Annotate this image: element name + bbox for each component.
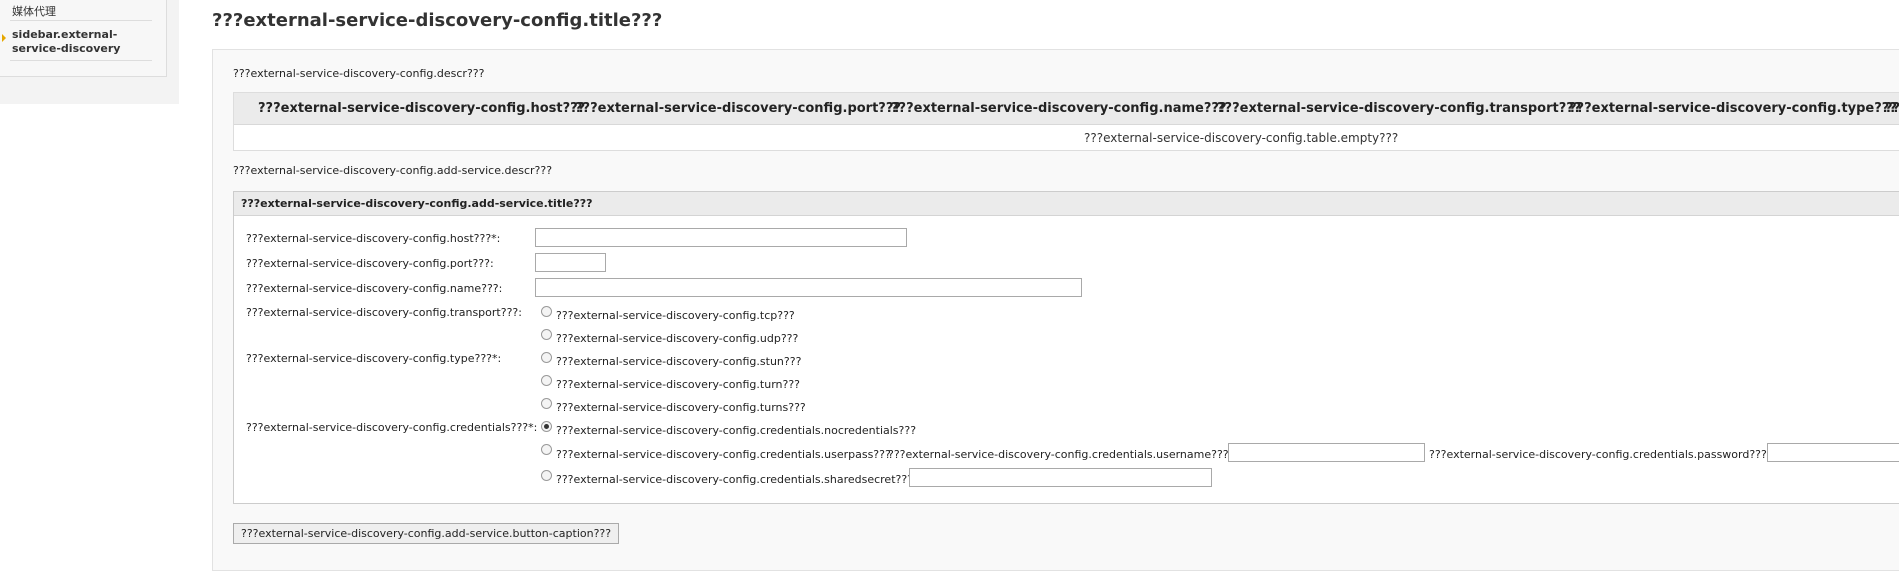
- column-header-more[interactable]: ???: [1885, 101, 1899, 116]
- column-header-transport[interactable]: ???external-service-discovery-config.tra…: [1217, 101, 1581, 116]
- host-input[interactable]: [535, 228, 907, 247]
- credentials-none-radio[interactable]: [541, 421, 552, 432]
- sidebar-divider: [10, 60, 152, 61]
- column-header-type[interactable]: ???external-service-discovery-config.typ…: [1569, 101, 1897, 116]
- name-label: ???external-service-discovery-config.nam…: [246, 282, 503, 295]
- add-service-title: ???external-service-discovery-config.add…: [241, 197, 593, 210]
- column-header-name[interactable]: ???external-service-discovery-config.nam…: [891, 101, 1226, 116]
- sidebar-item-media-proxy[interactable]: 媒体代理: [12, 3, 56, 19]
- services-table: ???external-service-discovery-config.hos…: [233, 92, 1899, 151]
- column-header-port[interactable]: ???external-service-discovery-config.por…: [575, 101, 901, 116]
- credentials-userpass-radio[interactable]: [541, 444, 552, 455]
- credentials-sharedsecret-label: ???external-service-discovery-config.cre…: [556, 473, 914, 486]
- transport-udp-label: ???external-service-discovery-config.udp…: [556, 332, 799, 345]
- transport-udp-radio[interactable]: [541, 329, 552, 340]
- sidebar-menu: 媒体代理 sidebar.external-service-discovery: [0, 0, 167, 77]
- name-input[interactable]: [535, 278, 1082, 297]
- active-marker-icon: [2, 34, 6, 42]
- type-label: ???external-service-discovery-config.typ…: [246, 352, 502, 365]
- page-title: ???external-service-discovery-config.tit…: [212, 10, 663, 31]
- add-service-legend: ???external-service-discovery-config.add…: [234, 192, 1899, 216]
- type-turns-radio[interactable]: [541, 398, 552, 409]
- username-label: ???external-service-discovery-config.cre…: [888, 448, 1233, 461]
- table-empty-message: ???external-service-discovery-config.tab…: [1084, 131, 1399, 145]
- password-input[interactable]: [1767, 443, 1899, 462]
- type-turn-label: ???external-service-discovery-config.tur…: [556, 378, 801, 391]
- sidebar: 媒体代理 sidebar.external-service-discovery: [0, 0, 179, 104]
- host-label: ???external-service-discovery-config.hos…: [246, 232, 501, 245]
- sharedsecret-input[interactable]: [909, 468, 1212, 487]
- column-header-host[interactable]: ???external-service-discovery-config.hos…: [258, 101, 585, 116]
- credentials-userpass-label: ???external-service-discovery-config.cre…: [556, 448, 891, 461]
- username-input[interactable]: [1228, 443, 1425, 462]
- credentials-none-label: ???external-service-discovery-config.cre…: [556, 424, 917, 437]
- type-turns-label: ???external-service-discovery-config.tur…: [556, 401, 806, 414]
- table-header: ???external-service-discovery-config.hos…: [234, 93, 1899, 125]
- credentials-label: ???external-service-discovery-config.cre…: [246, 421, 538, 434]
- type-stun-label: ???external-service-discovery-config.stu…: [556, 355, 802, 368]
- add-service-button[interactable]: ???external-service-discovery-config.add…: [233, 523, 620, 544]
- sidebar-item-external-service-discovery[interactable]: sidebar.external-service-discovery: [12, 28, 142, 56]
- type-turn-radio[interactable]: [541, 375, 552, 386]
- type-stun-radio[interactable]: [541, 352, 552, 363]
- transport-tcp-radio[interactable]: [541, 306, 552, 317]
- transport-label: ???external-service-discovery-config.tra…: [246, 306, 522, 319]
- password-label: ???external-service-discovery-config.cre…: [1429, 448, 1771, 461]
- add-service-description: ???external-service-discovery-config.add…: [233, 164, 553, 177]
- sidebar-divider: [10, 20, 152, 21]
- transport-tcp-label: ???external-service-discovery-config.tcp…: [556, 309, 795, 322]
- port-input[interactable]: [535, 253, 606, 272]
- page-description: ???external-service-discovery-config.des…: [233, 67, 485, 80]
- credentials-sharedsecret-radio[interactable]: [541, 470, 552, 481]
- port-label: ???external-service-discovery-config.por…: [246, 257, 494, 270]
